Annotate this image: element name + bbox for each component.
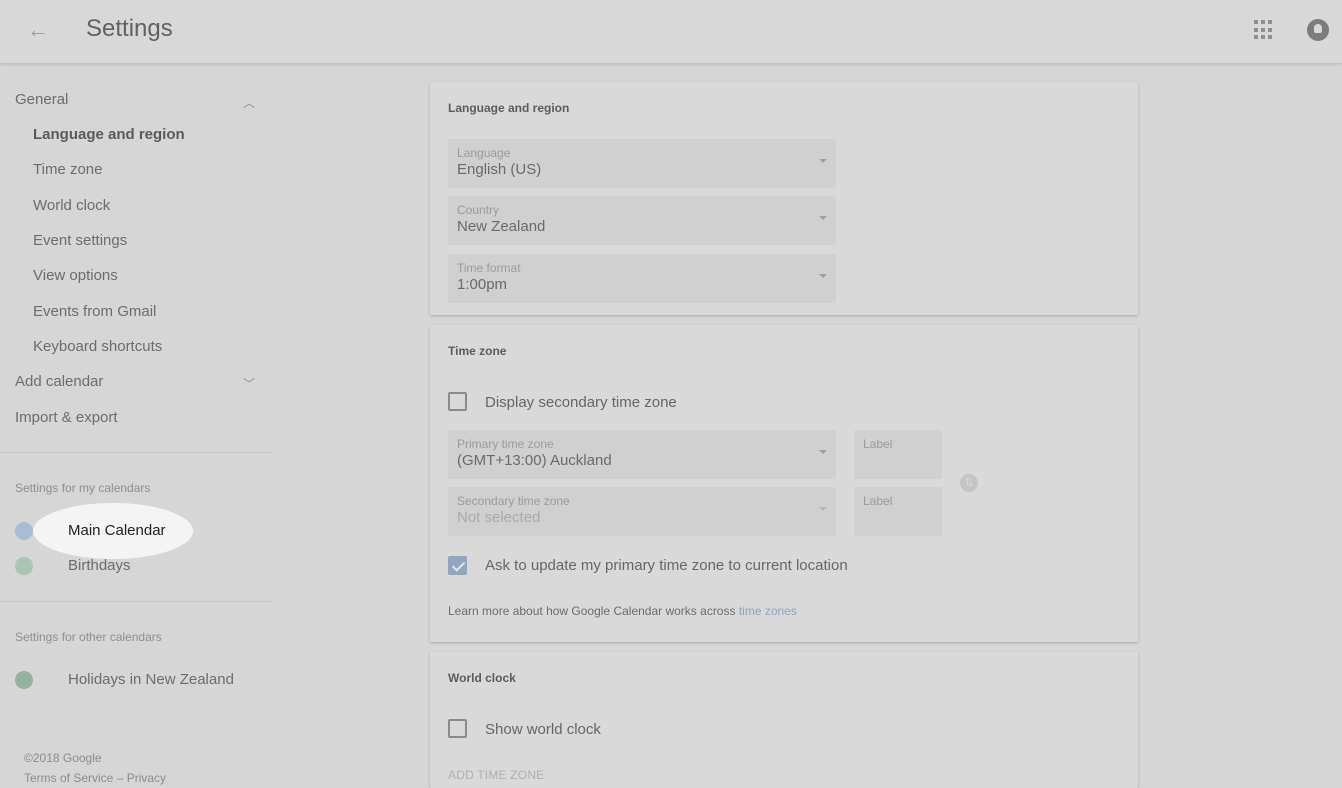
sidebar-item-main-calendar[interactable]: Main Calendar [68, 522, 166, 539]
swap-time-zones-icon[interactable]: ⇅ [960, 474, 978, 492]
card-title: Language and region [448, 101, 570, 115]
display-secondary-label: Display secondary time zone [485, 394, 677, 411]
other-calendars-heading: Settings for other calendars [15, 630, 162, 644]
chevron-down-icon[interactable]: ﹀ [243, 375, 255, 392]
secondary-time-zone-select[interactable]: Secondary time zone Not selected [448, 487, 836, 536]
ask-update-label: Ask to update my primary time zone to cu… [485, 557, 848, 574]
country-value: New Zealand [457, 218, 546, 235]
my-calendars-heading: Settings for my calendars [15, 481, 151, 495]
primary-time-zone-value: (GMT+13:00) Auckland [457, 452, 612, 469]
dropdown-arrow-icon [819, 159, 827, 163]
primary-time-zone-label: Primary time zone [457, 437, 554, 451]
sidebar-item-events-from-gmail[interactable]: Events from Gmail [33, 303, 156, 320]
top-app-bar: ← Settings [0, 0, 1342, 64]
ask-update-checkbox[interactable] [448, 556, 467, 575]
arrow-back-icon[interactable]: ← [24, 16, 52, 44]
birthdays-color-dot [15, 557, 33, 575]
secondary-time-zone-value: Not selected [457, 509, 541, 526]
sidebar-item-world-clock[interactable]: World clock [33, 197, 110, 214]
secondary-label-placeholder: Label [863, 494, 893, 508]
sidebar-item-event-settings[interactable]: Event settings [33, 232, 127, 249]
holidays-color-dot [15, 671, 33, 689]
secondary-label-input[interactable]: Label [854, 487, 942, 536]
card-title: Time zone [448, 344, 507, 358]
dropdown-arrow-icon [819, 216, 827, 220]
page-title: Settings [86, 15, 173, 42]
sidebar-item-language-region[interactable]: Language and region [33, 126, 185, 143]
card-title: World clock [448, 671, 516, 685]
sidebar-divider [0, 452, 272, 453]
terms-privacy-link[interactable]: Terms of Service – Privacy [24, 771, 166, 785]
time-format-select[interactable]: Time format 1:00pm [448, 254, 836, 303]
sidebar-item-view-options[interactable]: View options [33, 267, 118, 284]
secondary-time-zone-label: Secondary time zone [457, 494, 570, 508]
learn-more-prefix: Learn more about how Google Calendar wor… [448, 604, 739, 618]
display-secondary-checkbox[interactable] [448, 392, 467, 411]
world-clock-card: World clock Show world clock ADD TIME ZO… [430, 652, 1138, 788]
account-avatar-icon[interactable] [1307, 19, 1329, 41]
language-select[interactable]: Language English (US) [448, 139, 836, 188]
time-zones-link[interactable]: time zones [739, 604, 797, 618]
main-calendar-color-dot [15, 522, 33, 540]
sidebar-item-birthdays[interactable]: Birthdays [68, 557, 131, 574]
copyright-text: ©2018 Google [24, 751, 102, 765]
sidebar-item-import-export[interactable]: Import & export [15, 409, 118, 426]
dropdown-arrow-icon [819, 507, 827, 511]
country-label: Country [457, 203, 500, 217]
primary-time-zone-select[interactable]: Primary time zone (GMT+13:00) Auckland [448, 430, 836, 479]
country-select[interactable]: Country New Zealand [448, 196, 836, 245]
language-label: Language [457, 146, 511, 160]
time-format-value: 1:00pm [457, 276, 508, 293]
show-world-clock-label: Show world clock [485, 721, 601, 738]
time-zone-card: Time zone Display secondary time zone Pr… [430, 325, 1138, 642]
language-region-card: Language and region Language English (US… [430, 82, 1138, 315]
sidebar-item-time-zone[interactable]: Time zone [33, 161, 102, 178]
add-time-zone-button[interactable]: ADD TIME ZONE [448, 768, 544, 782]
dropdown-arrow-icon [819, 274, 827, 278]
primary-label-input[interactable]: Label [854, 430, 942, 479]
show-world-clock-checkbox[interactable] [448, 719, 467, 738]
time-format-label: Time format [457, 261, 521, 275]
sidebar-item-add-calendar[interactable]: Add calendar [15, 373, 103, 390]
settings-sidebar: General ︿ Language and region Time zone … [0, 64, 272, 788]
language-value: English (US) [457, 161, 542, 178]
sidebar-item-keyboard-shortcuts[interactable]: Keyboard shortcuts [33, 338, 162, 355]
sidebar-divider [0, 601, 272, 602]
dropdown-arrow-icon [819, 450, 827, 454]
sidebar-item-general[interactable]: General [15, 91, 68, 108]
learn-more-text: Learn more about how Google Calendar wor… [448, 604, 797, 618]
primary-label-placeholder: Label [863, 437, 893, 451]
apps-grid-icon[interactable] [1254, 20, 1274, 40]
sidebar-item-holidays-nz[interactable]: Holidays in New Zealand [68, 671, 234, 688]
chevron-up-icon[interactable]: ︿ [243, 94, 255, 111]
